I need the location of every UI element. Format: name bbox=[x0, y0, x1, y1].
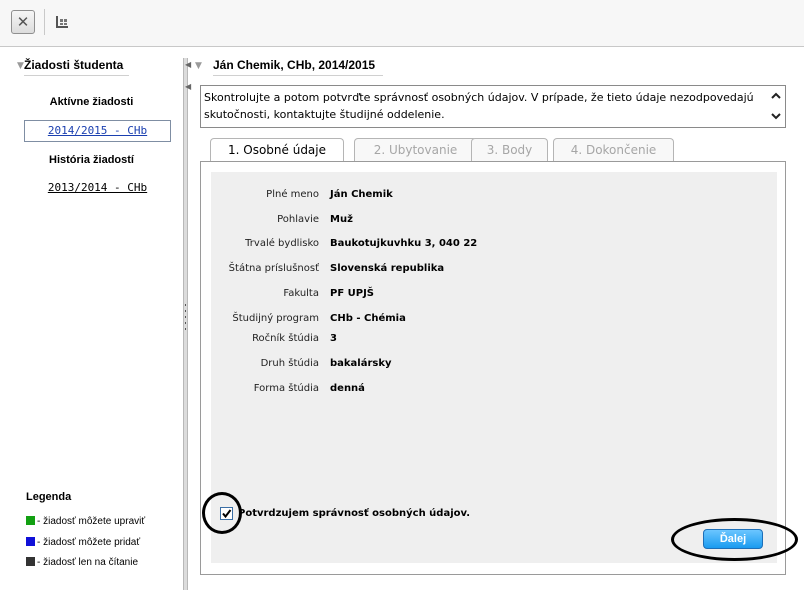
field-full-name: Plné meno Ján Chemik bbox=[211, 189, 777, 207]
field-value: PF UPJŠ bbox=[330, 288, 375, 299]
field-label: Štátna príslušnosť bbox=[228, 263, 319, 274]
highlight-ring bbox=[671, 518, 798, 561]
field-label: Trvalé bydlisko bbox=[245, 238, 319, 249]
legend-title: Legenda bbox=[26, 491, 72, 503]
field-label: Druh štúdia bbox=[260, 358, 319, 369]
legend-blue-square bbox=[26, 537, 35, 546]
field-label: Plné meno bbox=[266, 189, 319, 200]
active-requests-heading: Aktívne žiadosti bbox=[49, 96, 134, 108]
splitter-arrow-icon[interactable]: ◀ bbox=[185, 82, 191, 91]
toolbar: ✕ bbox=[0, 0, 804, 47]
field-value: denná bbox=[330, 383, 365, 394]
collapse-arrow-icon[interactable]: ▼ bbox=[17, 61, 24, 71]
field-citizenship: Štátna príslušnosť Slovenská republika bbox=[211, 263, 777, 281]
active-request-link[interactable]: 2014/2015 - CHb bbox=[24, 120, 171, 142]
field-value: 3 bbox=[330, 333, 337, 344]
legend-label: - žiadosť môžete pridať bbox=[37, 537, 141, 548]
legend-label: - žiadosť môžete upraviť bbox=[37, 516, 146, 527]
field-label: Fakulta bbox=[283, 288, 319, 299]
legend-item-addable: - žiadosť môžete pridať bbox=[26, 537, 140, 548]
field-value: bakalársky bbox=[330, 358, 392, 369]
tab-accommodation[interactable]: 2. Ubytovanie bbox=[354, 138, 477, 161]
field-label: Forma štúdia bbox=[253, 383, 319, 394]
field-value: Muž bbox=[330, 214, 353, 225]
field-faculty: Fakulta PF UPJŠ bbox=[211, 288, 777, 306]
toolbar-separator bbox=[44, 9, 45, 35]
history-request-link[interactable]: 2013/2014 - CHb bbox=[24, 181, 171, 194]
tab-points[interactable]: 3. Body bbox=[471, 138, 548, 161]
field-study-form: Forma štúdia denná bbox=[211, 383, 777, 401]
close-icon[interactable]: ✕ bbox=[11, 10, 35, 34]
field-label: Ročník štúdia bbox=[252, 333, 319, 344]
collapse-arrow-icon[interactable]: ▼ bbox=[195, 61, 202, 71]
history-heading: História žiadostí bbox=[49, 154, 134, 166]
panel-splitter[interactable] bbox=[183, 58, 188, 590]
field-value: CHb - Chémia bbox=[330, 313, 406, 324]
legend-item-readonly: - žiadosť len na čítanie bbox=[26, 557, 138, 568]
legend-item-editable: - žiadosť môžete upraviť bbox=[26, 516, 145, 527]
info-message-box: Skontrolujte a potom potvrďte správnosť … bbox=[200, 85, 786, 128]
legend-green-square bbox=[26, 516, 35, 525]
personal-data-form: Plné meno Ján Chemik Pohlavie Muž Trvalé… bbox=[211, 172, 777, 563]
confirm-label[interactable]: Potvrdzujem správnosť osobných údajov. bbox=[238, 508, 470, 519]
student-title: Ján Chemik, CHb, 2014/2015 bbox=[213, 58, 384, 76]
highlight-ring bbox=[202, 492, 242, 534]
scroll-down-icon[interactable] bbox=[770, 110, 782, 122]
left-panel-title: Žiadosti študenta bbox=[24, 58, 130, 76]
field-year: Ročník štúdia 3 bbox=[211, 333, 777, 351]
tab-completion[interactable]: 4. Dokončenie bbox=[553, 138, 674, 161]
field-study-type: Druh štúdia bakalársky bbox=[211, 358, 777, 376]
info-text: Skontrolujte a potom potvrďte správnosť … bbox=[204, 91, 754, 121]
splitter-arrow-icon[interactable]: ◀ bbox=[185, 60, 191, 69]
field-value: Slovenská republika bbox=[330, 263, 445, 274]
tab-personal-data[interactable]: 1. Osobné údaje bbox=[210, 138, 344, 162]
field-gender: Pohlavie Muž bbox=[211, 214, 777, 232]
field-value: Ján Chemik bbox=[330, 189, 393, 200]
field-label: Pohlavie bbox=[277, 214, 319, 225]
field-address: Trvalé bydlisko Baukotujkuvhku 3, 040 22 bbox=[211, 238, 777, 256]
field-label: Študijný program bbox=[232, 313, 319, 324]
field-study-program: Študijný program CHb - Chémia bbox=[211, 313, 777, 331]
field-value: Baukotujkuvhku 3, 040 22 bbox=[330, 238, 478, 249]
legend-label: - žiadosť len na čítanie bbox=[37, 557, 139, 568]
scroll-up-icon[interactable] bbox=[770, 90, 782, 102]
legend-dark-square bbox=[26, 557, 35, 566]
grid-icon[interactable] bbox=[55, 15, 69, 29]
